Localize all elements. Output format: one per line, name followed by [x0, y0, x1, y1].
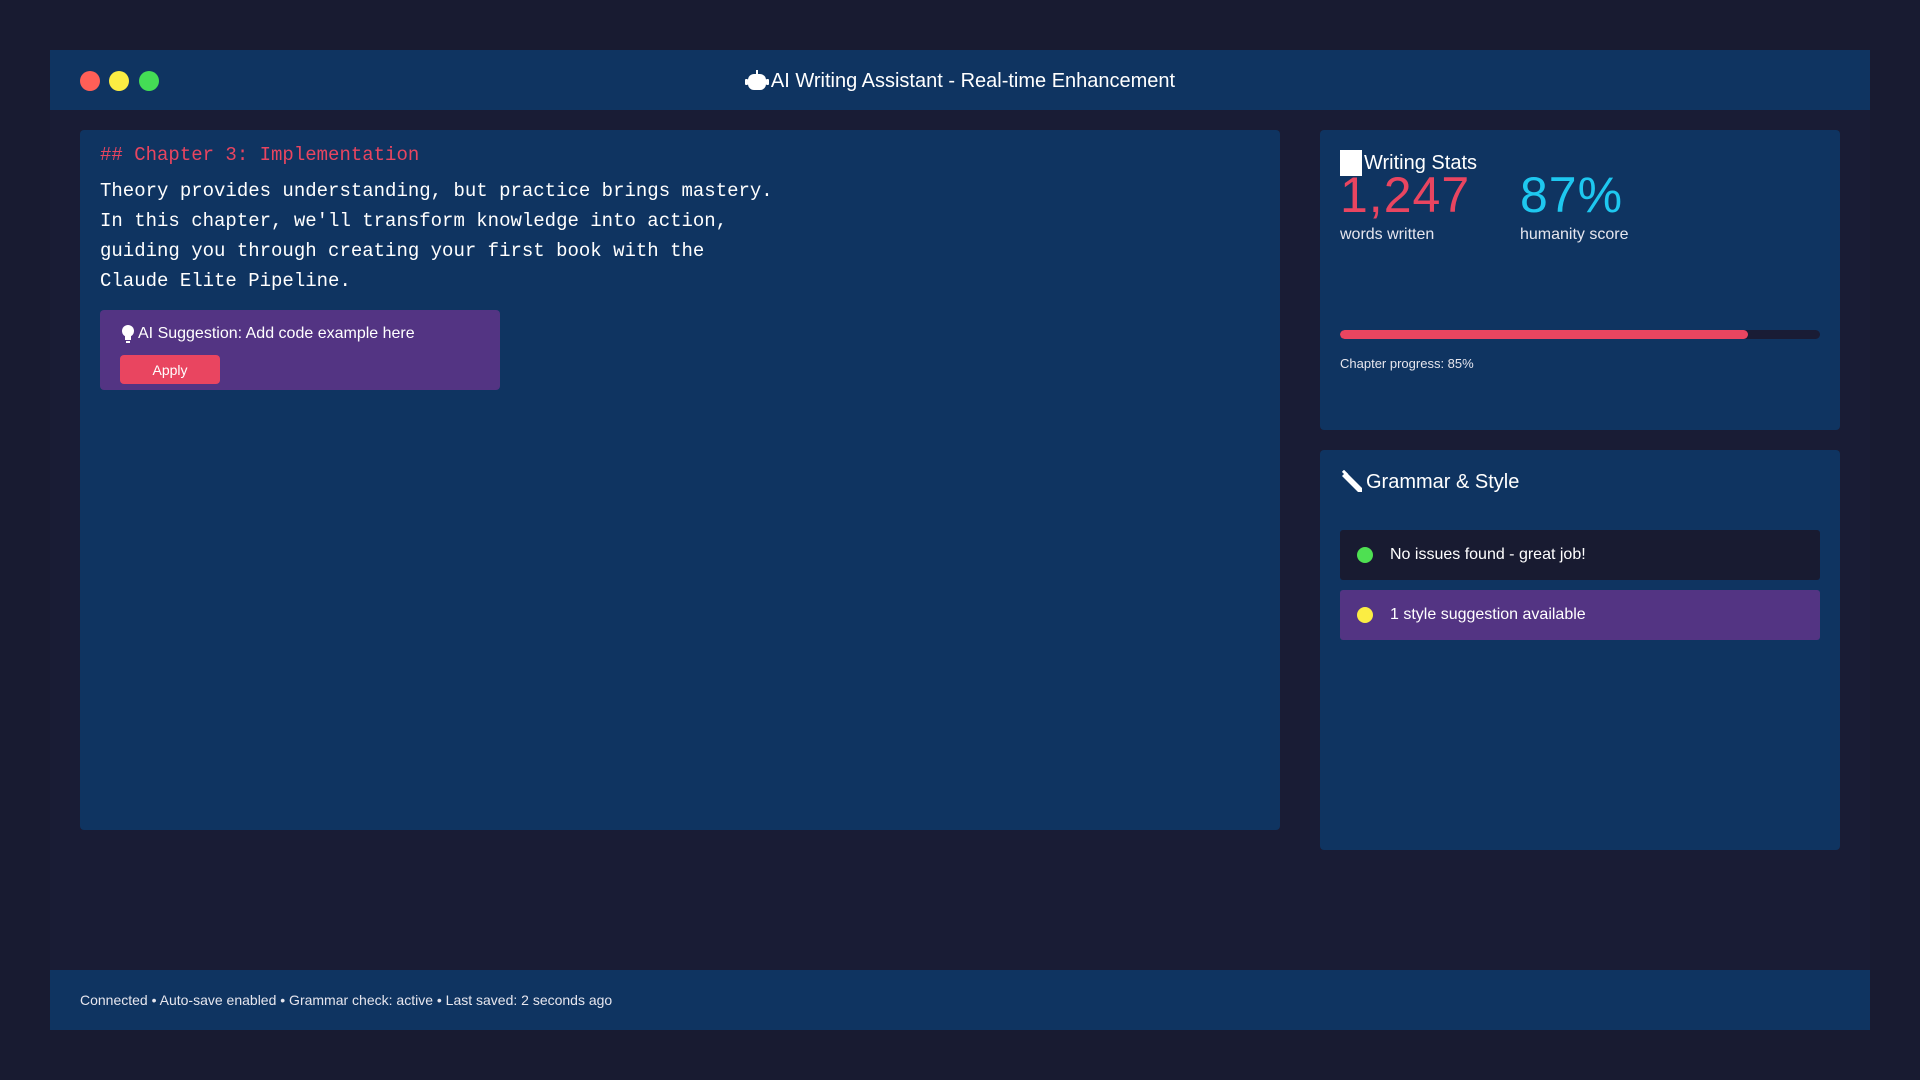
grammar-style-panel: Grammar & Style No issues found - great …	[1320, 450, 1840, 850]
pencil-icon	[1341, 470, 1362, 492]
app-window: AI Writing Assistant - Real-time Enhance…	[50, 50, 1870, 1030]
editor-line[interactable]: Theory provides understanding, but pract…	[100, 176, 773, 206]
words-stat: 1,247 words written	[1340, 166, 1470, 244]
chapter-progress-fill	[1340, 330, 1748, 339]
words-label: words written	[1340, 226, 1435, 243]
lightbulb-icon	[122, 325, 134, 343]
editor-pane[interactable]: ## Chapter 3: Implementation Theory prov…	[80, 130, 1280, 830]
window-title: AI Writing Assistant - Real-time Enhance…	[770, 69, 1176, 92]
words-count: 1,247	[1340, 167, 1471, 223]
status-warning-icon	[1357, 607, 1373, 623]
style-suggestion-item[interactable]: 1 style suggestion available	[1340, 590, 1820, 640]
chapter-progress-label: Chapter progress: 85%	[1340, 356, 1474, 371]
ai-suggestion-card: AI Suggestion: Add code example here App…	[100, 310, 500, 390]
suggestion-text: AI Suggestion: Add code example here	[138, 325, 415, 342]
editor-line[interactable]: In this chapter, we'll transform knowled…	[100, 206, 773, 236]
title-bar: AI Writing Assistant - Real-time Enhance…	[50, 50, 1870, 110]
status-ok-icon	[1357, 547, 1373, 563]
grammar-issue-item[interactable]: No issues found - great job!	[1340, 530, 1820, 580]
humanity-label: humanity score	[1520, 226, 1629, 243]
robot-icon	[744, 70, 769, 90]
status-text: Connected • Auto-save enabled • Grammar …	[80, 992, 613, 1008]
writing-stats-panel: Writing Stats 1,247 words written 87% hu…	[1320, 130, 1840, 430]
window-title-container: AI Writing Assistant - Real-time Enhance…	[50, 50, 1870, 112]
editor-body[interactable]: Theory provides understanding, but pract…	[100, 176, 773, 296]
chapter-progress-bar	[1340, 330, 1820, 339]
editor-line[interactable]: Claude Elite Pipeline.	[100, 266, 773, 296]
humanity-score: 87%	[1520, 167, 1624, 223]
grammar-issue-text: No issues found - great job!	[1390, 546, 1586, 563]
grammar-title: Grammar & Style	[1366, 470, 1520, 493]
humanity-stat: 87% humanity score	[1520, 166, 1629, 244]
chapter-heading[interactable]: ## Chapter 3: Implementation	[100, 144, 419, 166]
editor-line[interactable]: guiding you through creating your first …	[100, 236, 773, 266]
style-suggestion-text: 1 style suggestion available	[1390, 606, 1586, 623]
grammar-title-row: Grammar & Style	[1340, 470, 1519, 494]
status-bar: Connected • Auto-save enabled • Grammar …	[50, 970, 1870, 1030]
suggestion-row: AI Suggestion: Add code example here	[120, 324, 415, 344]
apply-suggestion-button[interactable]: Apply	[120, 355, 220, 384]
